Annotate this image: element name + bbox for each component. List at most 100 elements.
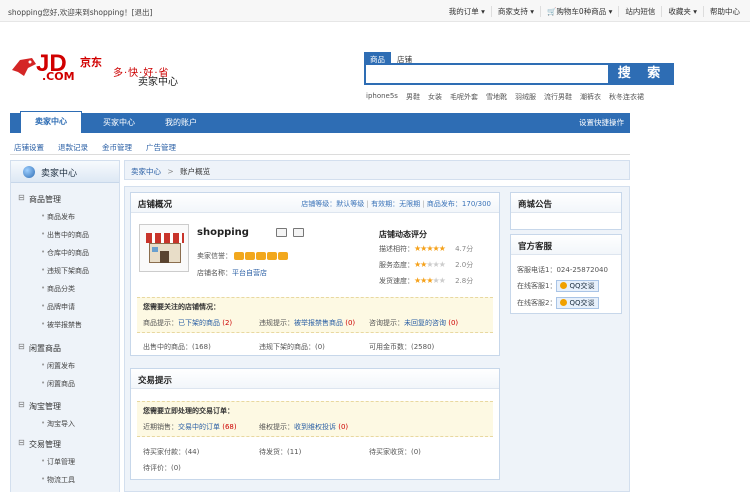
star-rating: ★★★★★ bbox=[414, 244, 446, 253]
qq-chat-button[interactable]: QQ交谈 bbox=[556, 280, 599, 292]
sidebar-group-idle[interactable]: 闲置商品 bbox=[18, 342, 61, 354]
hot-word[interactable]: 秋冬连衣裙 bbox=[609, 92, 644, 102]
sub-nav: 店铺设置 退款记录 金币管理 广告管理 bbox=[14, 142, 176, 153]
rating-title: 店铺动态评分 bbox=[379, 230, 427, 239]
main-nav: 卖家中心 买家中心 我的账户 设置快捷操作 bbox=[10, 111, 630, 133]
rating-row: 描述相符：★★★★★ 4.7分 bbox=[379, 244, 474, 253]
my-orders-link[interactable]: 我的订单 ▾ bbox=[443, 6, 491, 17]
panel-title: 商城公告 bbox=[518, 200, 553, 210]
shop-type-row: 店铺名称：平台自营店 bbox=[197, 269, 267, 277]
hot-search-words: iphone5s 男鞋 女装 毛呢外套 雪地靴 羽绒服 流行男鞋 潮裤衣 秋冬连… bbox=[366, 92, 644, 102]
hot-word[interactable]: 毛呢外套 bbox=[450, 92, 478, 102]
hot-word[interactable]: 羽绒服 bbox=[515, 92, 536, 102]
shop-type-link[interactable]: 平台自营店 bbox=[232, 269, 267, 277]
greeting-text: shopping您好,欢迎来到shopping！[退出] bbox=[8, 8, 153, 17]
sidebar-item[interactable]: 淘宝导入 bbox=[41, 419, 75, 429]
seller-support-link[interactable]: 商家支持 ▾ bbox=[490, 6, 540, 17]
hot-word[interactable]: 男鞋 bbox=[406, 92, 420, 102]
subnav-shop-settings[interactable]: 店铺设置 bbox=[14, 142, 44, 153]
hot-word[interactable]: iphone5s bbox=[366, 92, 398, 102]
favorites-link[interactable]: 收藏夹 ▾ bbox=[661, 6, 703, 17]
stat-to-ship[interactable]: 待发货：(11) bbox=[259, 447, 301, 457]
tab-buyer-center[interactable]: 买家中心 bbox=[88, 113, 150, 133]
subnav-refunds[interactable]: 退款记录 bbox=[58, 142, 88, 153]
hot-word[interactable]: 潮裤衣 bbox=[580, 92, 601, 102]
stat-on-sale[interactable]: 出售中的商品：(168) bbox=[143, 342, 211, 352]
sidebar-header: 卖家中心 bbox=[11, 161, 119, 183]
quick-settings-link[interactable]: 设置快捷操作 bbox=[579, 113, 624, 133]
panel-title: 官方客服 bbox=[518, 242, 553, 252]
sidebar-item[interactable]: 品牌申请 bbox=[41, 302, 75, 312]
help-center-link[interactable]: 帮助中心 bbox=[703, 6, 746, 17]
sidebar-item[interactable]: 违规下架商品 bbox=[41, 266, 89, 276]
stat-violations[interactable]: 违规下架的商品：(0) bbox=[259, 342, 325, 352]
sidebar-item[interactable]: 出售中的商品 bbox=[41, 230, 89, 240]
notice-link[interactable]: 被举报禁售商品 bbox=[294, 319, 343, 327]
cart-link[interactable]: 🛒购物车0种商品 ▾ bbox=[540, 6, 618, 17]
messages-link[interactable]: 站内短信 bbox=[618, 6, 661, 17]
breadcrumb-home[interactable]: 卖家中心 bbox=[131, 167, 161, 176]
sidebar-title: 卖家中心 bbox=[41, 169, 78, 179]
awning-icon bbox=[146, 233, 184, 243]
shop-name: shopping bbox=[197, 227, 249, 238]
star-rating: ★★★ bbox=[414, 276, 433, 285]
qq-chat-button[interactable]: QQ交谈 bbox=[556, 297, 599, 309]
jd-logo[interactable]: JD 京东 .COM bbox=[10, 50, 110, 88]
notice-link[interactable]: 未回复的咨询 bbox=[404, 319, 446, 327]
stat-to-receive[interactable]: 待买家收货：(0) bbox=[369, 447, 421, 457]
message-icon[interactable] bbox=[293, 228, 304, 237]
star-rating: ★★ bbox=[414, 260, 427, 269]
notice-link[interactable]: 已下架的商品 bbox=[178, 319, 220, 327]
sidebar-group-taobao[interactable]: 淘宝管理 bbox=[18, 400, 61, 412]
shop-avatar[interactable] bbox=[139, 224, 189, 272]
notice-link[interactable]: 收到维权投诉 bbox=[294, 423, 336, 431]
sidebar-item[interactable]: 商品发布 bbox=[41, 212, 75, 222]
hot-word[interactable]: 女装 bbox=[428, 92, 442, 102]
credit-row: 卖家信誉： bbox=[197, 251, 289, 261]
sidebar-item[interactable]: 被举报禁售 bbox=[41, 320, 82, 330]
crown-icon bbox=[234, 252, 289, 260]
stat-unpaid[interactable]: 待买家付款：(44) bbox=[143, 447, 199, 457]
breadcrumb-current: 账户概览 bbox=[180, 167, 211, 176]
sidebar-item[interactable]: 闲置发布 bbox=[41, 361, 75, 371]
logo-com-text: .COM bbox=[42, 70, 75, 83]
hot-word[interactable]: 流行男鞋 bbox=[544, 92, 572, 102]
breadcrumb-separator: > bbox=[167, 167, 174, 176]
sidebar-item[interactable]: 闲置商品 bbox=[41, 379, 75, 389]
panel-title: 店铺概况 bbox=[138, 200, 173, 210]
sidebar: 卖家中心 商品管理 商品发布 出售中的商品 仓库中的商品 违规下架商品 商品分类… bbox=[10, 160, 120, 492]
top-links: 我的订单 ▾ 商家支持 ▾ 🛒购物车0种商品 ▾ 站内短信 收藏夹 ▾ 帮助中心 bbox=[443, 6, 746, 17]
sidebar-item[interactable]: 订单管理 bbox=[41, 457, 75, 467]
notice-link[interactable]: 交易中的订单 bbox=[178, 423, 220, 431]
search-input[interactable] bbox=[364, 63, 610, 85]
sidebar-item[interactable]: 物流工具 bbox=[41, 475, 75, 485]
stat-to-review[interactable]: 待评价：(0) bbox=[143, 463, 181, 473]
goods-quota: 商品发布：170/300 bbox=[426, 200, 491, 208]
official-service-panel: 官方客服 客服电话1：024-25872040 在线客服1： QQ交谈 在线客服2… bbox=[510, 234, 622, 314]
search-button[interactable]: 搜 索 bbox=[610, 63, 674, 85]
sidebar-group-goods[interactable]: 商品管理 bbox=[18, 193, 61, 205]
stat-coins[interactable]: 可用金币数：(2580) bbox=[369, 342, 434, 352]
tab-seller-center[interactable]: 卖家中心 bbox=[20, 111, 82, 133]
qq-icon bbox=[560, 299, 568, 306]
sidebar-item[interactable]: 商品分类 bbox=[41, 284, 75, 294]
logo-cn-text: 京东 bbox=[80, 56, 102, 69]
notice-title: 您需要关注的店铺情况： bbox=[143, 303, 220, 311]
shop-level: 店铺等级：默认等级 bbox=[301, 200, 365, 208]
service-phone: 客服电话1：024-25872040 bbox=[517, 266, 608, 274]
edit-card-icon[interactable] bbox=[276, 228, 287, 237]
qq-icon bbox=[560, 282, 568, 289]
subnav-ads[interactable]: 广告管理 bbox=[146, 142, 176, 153]
divider bbox=[10, 154, 630, 155]
tab-my-account[interactable]: 我的账户 bbox=[150, 113, 212, 133]
subnav-coins[interactable]: 金币管理 bbox=[102, 142, 132, 153]
notice-title: 您需要立即处理的交易订单： bbox=[143, 407, 234, 415]
rating-row: 服务态度：★★★★★ 2.0分 bbox=[379, 260, 474, 269]
panel-title: 交易提示 bbox=[138, 376, 173, 386]
sidebar-group-trade[interactable]: 交易管理 bbox=[18, 438, 61, 450]
sidebar-item[interactable]: 仓库中的商品 bbox=[41, 248, 89, 258]
dog-mascot-icon bbox=[12, 58, 36, 76]
seller-center-title: 卖家中心 bbox=[138, 77, 178, 88]
hot-word[interactable]: 雪地靴 bbox=[486, 92, 507, 102]
shop-meta: 店铺等级：默认等级 | 有效期：无限期 | 商品发布：170/300 bbox=[301, 200, 491, 208]
